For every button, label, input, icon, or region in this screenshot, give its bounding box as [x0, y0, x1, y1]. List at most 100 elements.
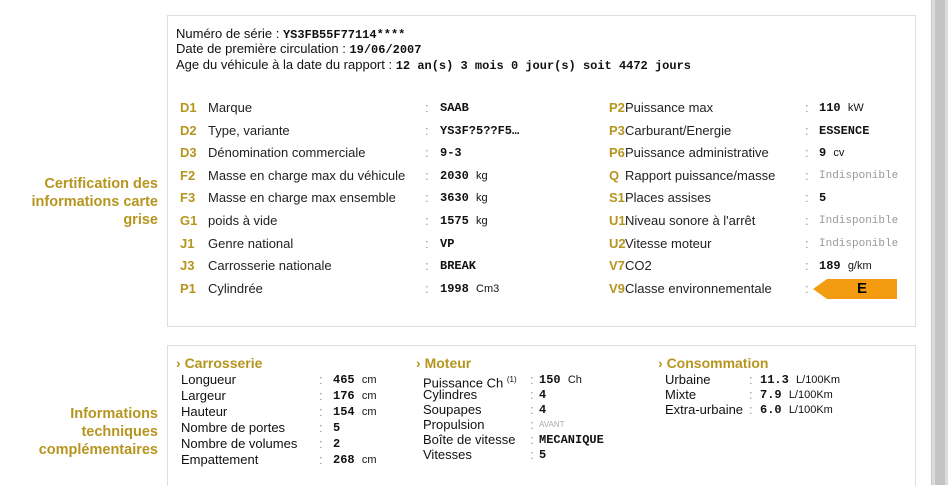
field-value-text: SAAB [440, 101, 469, 115]
field-code: D1 [180, 100, 197, 115]
tech-separator: : [749, 387, 753, 402]
field-code: U2 [609, 235, 626, 251]
vertical-scrollbar[interactable] [931, 0, 948, 485]
chevron-right-icon: › [416, 355, 421, 371]
field-code: P6 [609, 145, 625, 161]
field-label: Rapport puissance/masse [625, 167, 776, 183]
field-label: Carburant/Energie [625, 122, 732, 138]
tech-unit: cm [361, 454, 377, 466]
environmental-class-letter: E [856, 279, 867, 297]
tech-value-text: MECANIQUE [539, 433, 604, 447]
tech-value: 4 [539, 388, 546, 402]
tech-row: Nombre de portes:5 [181, 421, 411, 437]
field-value-text: 1998 [440, 281, 469, 296]
vehicle-age-line: Age du véhicule à la date du rapport : 1… [176, 57, 691, 75]
field-label: Puissance administrative [625, 145, 769, 161]
tech-value-text: 2 [333, 437, 341, 451]
field-separator: : [805, 235, 809, 251]
tech-row: Cylindres:4 [423, 388, 653, 403]
field-label: Vitesse moteur [625, 235, 712, 251]
field-separator: : [805, 167, 809, 183]
serial-value: YS3FB55F77114**** [282, 28, 406, 42]
scrollbar-thumb[interactable] [935, 0, 945, 485]
first-registration-value: 19/06/2007 [349, 43, 422, 57]
serial-label: Numéro de série : [176, 26, 280, 41]
technical-panel: › Carrosserie Longueur:465 cm Largeur:176… [167, 345, 916, 486]
tech-label-text: Mixte [665, 387, 697, 402]
field-value-text: 189 [819, 259, 841, 274]
tech-unit: L/100Km [788, 404, 833, 416]
tech-separator: : [319, 420, 323, 435]
field-value-text: 5 [819, 191, 827, 206]
field-label: Carrosserie nationale [208, 258, 332, 274]
tech-label: Largeur [181, 389, 226, 403]
field-value-text: 3630 [440, 191, 469, 206]
technical-section-label: Informations techniques complémentaires [38, 406, 158, 458]
field-value-text: 2030 [440, 168, 469, 183]
tech-label-text: Soupapes [423, 402, 482, 417]
moteur-title-text: Moteur [424, 355, 472, 371]
field-value: 5 [819, 187, 826, 209]
field-value-unavailable: Indisponible [819, 215, 899, 227]
field-value: SAAB [440, 97, 469, 119]
field-label: Puissance max [625, 100, 714, 115]
tech-value: 2 [333, 437, 340, 451]
tech-label-text: Hauteur [181, 404, 228, 419]
tech-separator: : [530, 402, 534, 417]
field-value: 1575 kg [440, 210, 488, 232]
tech-label: Extra-urbaine [665, 403, 743, 417]
tech-unit: cm [361, 374, 377, 386]
field-code: U1 [609, 213, 626, 228]
tech-label: Empattement [181, 453, 258, 467]
field-value: 189 g/km [819, 255, 872, 277]
field-code: V7 [609, 258, 625, 274]
field-separator: : [805, 145, 809, 161]
field-value: 9 cv [819, 142, 844, 164]
tech-label: Soupapes [423, 403, 482, 417]
field-value-text: YS3F?5??F5… [440, 123, 520, 138]
field-code: D2 [180, 122, 197, 138]
first-registration-label: Date de première circulation : [176, 41, 346, 56]
carrosserie-title-text: Carrosserie [184, 355, 263, 371]
tech-label-text: Cylindres [423, 387, 478, 402]
vehicle-age-value: 12 an(s) 3 mois 0 jour(s) soit 4472 jour… [395, 59, 691, 73]
tech-value-text: 268 [333, 453, 355, 467]
tech-separator: : [319, 452, 323, 467]
tech-label: Urbaine [665, 373, 711, 387]
tech-row: Empattement:268 cm [181, 453, 411, 469]
field-value: YS3F?5??F5… [440, 120, 519, 142]
tech-value: 154 cm [333, 405, 376, 419]
field-code: P2 [609, 100, 625, 115]
tech-value-text: 150 [539, 373, 561, 387]
field-code: P1 [180, 280, 196, 296]
field-separator: : [425, 167, 429, 183]
tech-label: Longueur [181, 373, 236, 387]
tech-value-text: 5 [333, 421, 341, 435]
tech-value-text: 154 [333, 405, 355, 419]
field-separator: : [425, 258, 429, 274]
field-value-text: 9-3 [440, 146, 462, 161]
tech-label: Nombre de volumes [181, 437, 297, 451]
tech-separator: : [530, 417, 534, 432]
footnote-marker: (1) [506, 375, 517, 384]
tech-row: Puissance Ch (1):150 Ch [423, 373, 653, 390]
field-unit: kg [476, 169, 488, 182]
field-label: Classe environnementale [625, 280, 772, 296]
tech-unit: cm [361, 390, 377, 402]
certification-section-label: Certification des informations carte gri… [31, 176, 159, 228]
tech-row: Longueur:465 cm [181, 373, 411, 389]
field-value: ESSENCE [819, 120, 869, 142]
tech-row: Vitesses:5 [423, 448, 653, 463]
badge-arrow-shape [813, 278, 827, 299]
field-separator: : [425, 190, 429, 206]
field-label: poids à vide [208, 213, 278, 228]
tech-row: Largeur:176 cm [181, 389, 411, 405]
tech-value-text: 4 [539, 403, 547, 417]
field-unit: Cm3 [476, 282, 500, 295]
tech-label-text: Nombre de portes [181, 420, 286, 435]
field-label: Genre national [208, 235, 294, 251]
field-separator: : [805, 100, 809, 115]
field-separator: : [805, 280, 809, 296]
field-value: VP [440, 233, 454, 255]
tech-value: 268 cm [333, 453, 376, 467]
